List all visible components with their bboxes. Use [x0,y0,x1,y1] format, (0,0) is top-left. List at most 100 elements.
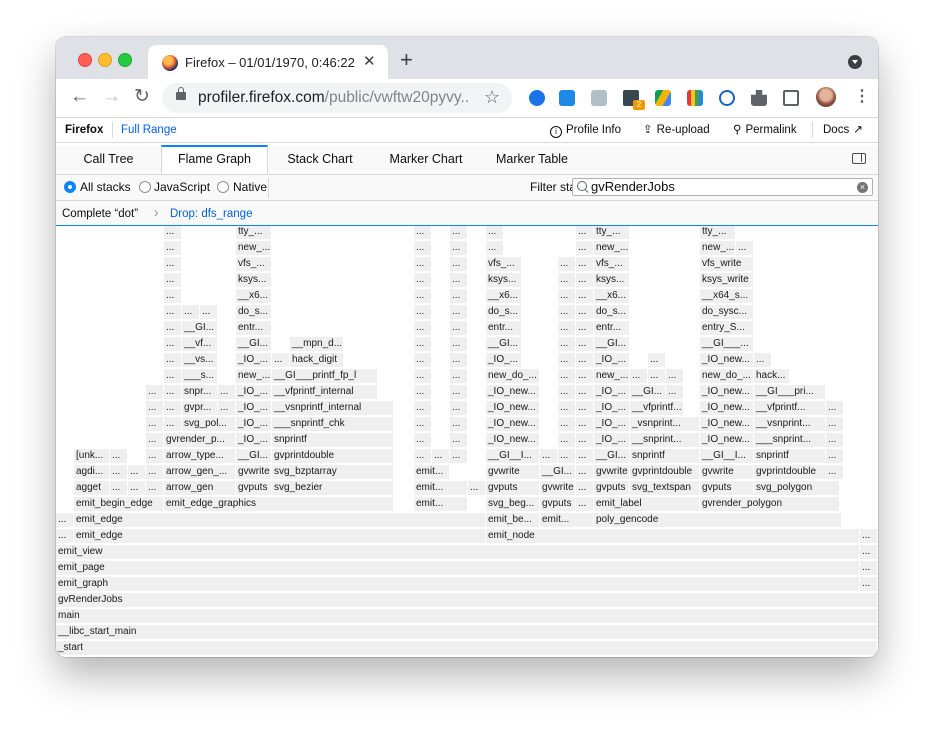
flame-frame[interactable]: emit_edge [74,529,486,544]
browser-menu-icon[interactable]: ⋮ [854,89,870,105]
flame-frame[interactable]: gvwrite [700,465,754,480]
flame-frame[interactable]: svg_textspan [630,481,700,496]
flame-frame[interactable]: _IO_... [594,417,630,432]
flame-frame[interactable]: __GI... [630,385,666,400]
flame-frame[interactable]: ... [164,257,182,272]
flame-frame[interactable]: ... [414,241,432,256]
flame-frame[interactable]: ... [164,417,182,432]
tab-close-icon[interactable]: ✕ [363,53,376,71]
flame-frame[interactable]: ... [558,289,576,304]
flame-frame[interactable]: hack_digit [290,353,344,368]
flame-frame[interactable]: entry_S... [700,321,754,336]
all-stacks-label[interactable]: All stacks [80,180,131,194]
flame-frame[interactable]: ... [146,465,164,480]
flame-frame[interactable]: ... [164,305,182,320]
flame-frame[interactable]: ... [164,321,182,336]
flame-frame[interactable]: _IO_new... [700,433,754,448]
flame-frame[interactable]: gvwrite [540,481,576,496]
docs-link[interactable]: Docs ↗ [823,123,863,137]
flame-frame[interactable]: agget [74,481,110,496]
flame-frame[interactable]: ... [558,337,576,352]
full-range-breadcrumb[interactable]: Full Range [121,123,177,137]
flame-frame[interactable]: ... [450,353,468,368]
flame-frame[interactable]: ... [450,226,468,240]
flame-frame[interactable]: ... [486,226,504,240]
flame-frame[interactable]: emit_edge [74,513,486,528]
flame-frame[interactable]: ... [414,305,432,320]
flame-frame[interactable]: emit_page [56,561,860,576]
permalink-button[interactable]: ⚲ Permalink [733,123,797,137]
flame-frame[interactable]: ___s... [182,369,218,384]
flame-frame[interactable]: ... [414,449,432,464]
bookmark-star-icon[interactable]: ☆ [484,87,500,107]
flame-frame[interactable]: gvprintdouble [630,465,700,480]
flame-frame[interactable]: emit... [540,513,594,528]
flame-frame[interactable]: ... [414,417,432,432]
flame-frame[interactable]: gvwrite [594,465,630,480]
url-text[interactable]: profiler.firefox.com/public/vwftw20pyvy.… [198,89,470,107]
flame-frame[interactable]: snprintf [630,449,700,464]
flame-frame[interactable]: ... [164,273,182,288]
flame-frame[interactable]: __GI... [182,321,218,336]
flame-frame[interactable]: new_do_... [486,369,540,384]
flame-frame[interactable]: __GI... [236,449,272,464]
flame-frame[interactable]: ... [164,353,182,368]
flame-frame[interactable]: ... [146,401,164,416]
flame-frame[interactable]: __vsnprintf_internal [272,401,394,416]
flame-frame[interactable]: ... [648,353,666,368]
flame-frame[interactable]: emit_begin_edge [74,497,164,512]
flame-frame[interactable]: new_... [594,241,630,256]
flame-frame[interactable]: arrow_type... [164,449,236,464]
flame-frame[interactable]: ... [576,289,594,304]
profile-info-button[interactable]: i Profile Info [550,123,621,138]
flame-frame[interactable]: _IO_... [236,353,272,368]
flame-frame[interactable]: ... [576,337,594,352]
flame-frame[interactable]: __x6... [486,289,522,304]
flame-frame[interactable]: ___snprintf_chk [272,417,394,432]
flame-frame[interactable]: ... [860,529,878,544]
flame-frame[interactable]: _IO_new... [486,433,540,448]
flame-frame[interactable]: emit_edge_graphics [164,497,394,512]
flame-frame[interactable]: tty_... [236,226,272,240]
flame-frame[interactable]: ... [218,385,236,400]
flame-frame[interactable]: main [56,609,878,624]
native-radio[interactable] [217,181,229,193]
flame-frame[interactable]: ksys_write [700,273,754,288]
javascript-label[interactable]: JavaScript [154,180,210,194]
flame-frame[interactable]: ... [164,369,182,384]
password-manager-icon[interactable] [719,90,735,106]
flame-frame[interactable]: ... [164,226,182,240]
flame-frame[interactable]: tty_... [594,226,630,240]
flame-frame[interactable]: ksys... [236,273,272,288]
flame-frame[interactable]: ... [414,226,432,240]
flame-frame[interactable]: _IO_new... [486,417,540,432]
flame-frame[interactable]: new_... [700,241,736,256]
new-tab-button[interactable]: + [400,49,413,71]
flame-frame[interactable]: _IO_new... [486,401,540,416]
flame-frame[interactable]: ... [576,257,594,272]
flame-frame[interactable]: new_do_... [700,369,754,384]
zoom-window-button[interactable] [118,53,132,67]
forward-button[interactable]: → [102,86,121,108]
flame-frame[interactable]: ... [576,433,594,448]
flame-frame[interactable]: __vs... [182,353,218,368]
flame-frame[interactable]: gvpr... [182,401,218,416]
flame-frame[interactable]: snprintf [272,433,394,448]
flame-frame[interactable]: ... [576,369,594,384]
flame-frame[interactable]: ... [200,305,218,320]
tab-flame-graph[interactable]: Flame Graph [161,145,268,174]
flame-frame[interactable]: [unk... [74,449,110,464]
flame-frame[interactable]: _IO_new... [700,385,754,400]
flame-frame[interactable]: ... [146,385,164,400]
tab-marker-table[interactable]: Marker Table [480,145,584,174]
flame-frame[interactable]: gvputs [594,481,630,496]
flame-frame[interactable]: ... [146,481,164,496]
flame-frame[interactable]: emit... [414,481,468,496]
flame-frame[interactable]: ... [558,417,576,432]
flame-frame[interactable]: emit_graph [56,577,860,592]
flame-frame[interactable]: ... [558,273,576,288]
extension-bars-icon[interactable] [687,90,703,106]
flame-frame[interactable]: ... [414,273,432,288]
flame-frame[interactable]: ... [414,353,432,368]
flame-frame[interactable]: new_... [594,369,630,384]
